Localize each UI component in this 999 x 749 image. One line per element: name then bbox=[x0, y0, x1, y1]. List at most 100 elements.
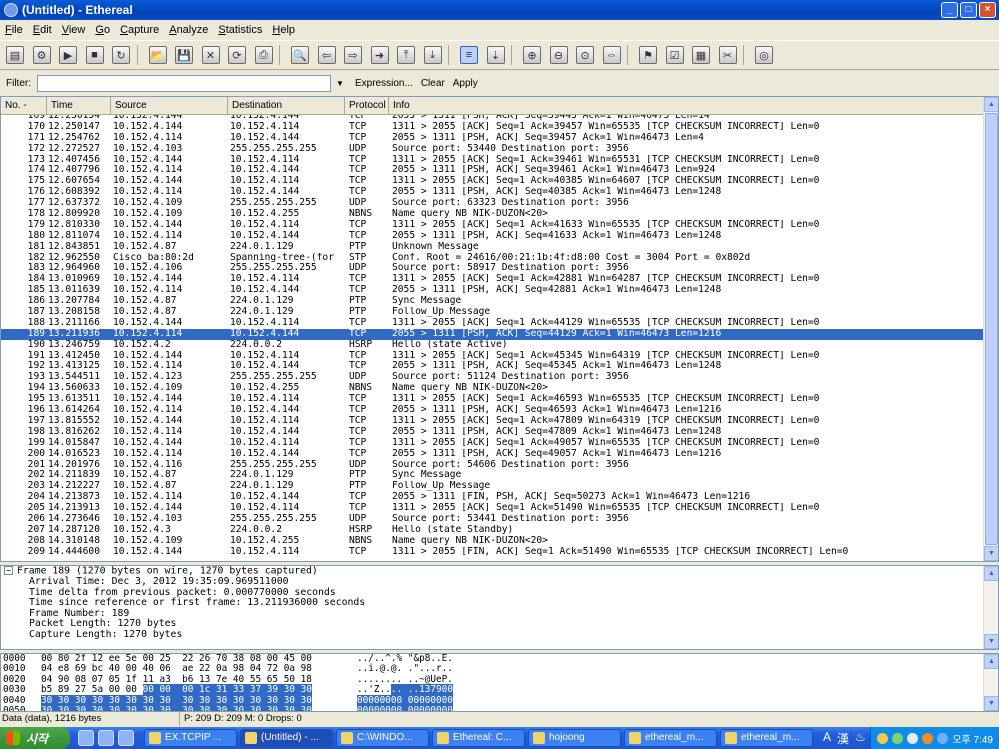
hex-scroll-up-icon[interactable]: ▲ bbox=[984, 654, 998, 669]
packet-row[interactable]: 187 13.208158 10.152.4.87 224.0.1.129 PTP Fol… bbox=[1, 307, 984, 318]
detail-scrollbar[interactable]: ▲ ▼ bbox=[983, 566, 998, 649]
menu-analyze[interactable]: Analyze bbox=[164, 24, 213, 36]
find-button[interactable]: 🔍 bbox=[289, 44, 311, 66]
menu-view[interactable]: View bbox=[57, 24, 91, 36]
packet-row[interactable]: 172 12.272527 10.152.4.103 255.255.255.255 U… bbox=[1, 144, 984, 155]
tray-volume-icon[interactable] bbox=[907, 732, 919, 744]
close-button[interactable]: × bbox=[979, 2, 996, 18]
taskbar-task[interactable]: ethereal_m... bbox=[624, 729, 717, 747]
apply-button[interactable]: Apply bbox=[453, 78, 478, 89]
lang-extra[interactable]: ♨ bbox=[855, 730, 866, 747]
taskbar-task[interactable]: EX.TCPIP ... bbox=[144, 729, 237, 747]
packet-row[interactable]: 207 14.287120 10.152.4.3 224.0.0.2 HSRP Hello… bbox=[1, 525, 984, 536]
restart-button[interactable]: ↻ bbox=[110, 44, 132, 66]
packet-row[interactable]: 180 12.811074 10.152.4.114 10.152.4.144 TCP 2… bbox=[1, 231, 984, 242]
tray-shield-icon[interactable] bbox=[877, 732, 889, 744]
expression-button[interactable]: Expression... bbox=[355, 78, 413, 89]
tray-messenger-icon[interactable] bbox=[937, 732, 949, 744]
packet-row[interactable]: 171 12.254762 10.152.4.114 10.152.4.144 TCP 2… bbox=[1, 133, 984, 144]
hex-scroll-down-icon[interactable]: ▼ bbox=[984, 696, 998, 711]
autoscroll-button[interactable]: ⇣ bbox=[485, 44, 507, 66]
back-button[interactable]: ⇦ bbox=[316, 44, 338, 66]
frame-field[interactable]: Capture Length: 1270 bytes bbox=[1, 629, 998, 641]
packet-row[interactable]: 204 14.213873 10.152.4.114 10.152.4.144 TCP 2… bbox=[1, 492, 984, 503]
stop-button[interactable]: ■ bbox=[84, 44, 106, 66]
close-button[interactable]: ✕ bbox=[200, 44, 222, 66]
menu-capture[interactable]: Capture bbox=[115, 24, 164, 36]
packet-row[interactable]: 170 12.250147 10.152.4.144 10.152.4.114 TCP 1… bbox=[1, 122, 984, 133]
forward-button[interactable]: ⇨ bbox=[342, 44, 364, 66]
lang-mode[interactable]: A bbox=[823, 730, 831, 747]
zoom-in-button[interactable]: ⊕ bbox=[521, 44, 543, 66]
colorize-button[interactable]: ≡ bbox=[458, 44, 480, 66]
start-button[interactable]: 시작 bbox=[0, 727, 70, 749]
packet-row[interactable]: 190 13.246759 10.152.4.2 224.0.0.2 HSRP Hello… bbox=[1, 340, 984, 351]
col-header-source[interactable]: Source bbox=[111, 97, 228, 115]
reload-button[interactable]: ⟳ bbox=[226, 44, 248, 66]
outlook-icon[interactable] bbox=[98, 730, 114, 746]
maximize-button[interactable]: □ bbox=[960, 2, 977, 18]
selected-packet-row[interactable]: 189 13.211936 10.152.4.114 10.152.4.144 TCP 2… bbox=[1, 328, 984, 340]
help-button[interactable]: ◎ bbox=[753, 44, 775, 66]
col-header-info[interactable]: Info bbox=[389, 97, 984, 115]
taskbar-task[interactable]: Ethereal: C... bbox=[432, 729, 525, 747]
packet-row[interactable]: 205 14.213913 10.152.4.144 10.152.4.114 TCP 1… bbox=[1, 503, 984, 514]
hex-line[interactable]: 0030 b5 89 27 5a 00 00 00 00 00 1c 31 33 … bbox=[1, 684, 998, 696]
col-header-protocol[interactable]: Protocol bbox=[345, 97, 389, 115]
packet-row[interactable]: 202 14.211839 10.152.4.87 224.0.1.129 PTP Syn… bbox=[1, 470, 984, 481]
tray-network-icon[interactable] bbox=[892, 732, 904, 744]
packet-row[interactable]: 188 13.211166 10.152.4.144 10.152.4.114 TCP 1… bbox=[1, 318, 984, 329]
taskbar-task[interactable]: hojoong bbox=[528, 729, 621, 747]
taskbar-task[interactable]: (Untitled) - ... bbox=[240, 729, 333, 747]
lang-hanja[interactable]: 漢 bbox=[837, 730, 849, 747]
display-filter-button[interactable]: ☑ bbox=[664, 44, 686, 66]
resize-columns-button[interactable]: ⇔ bbox=[601, 44, 623, 66]
packet-row[interactable]: 173 12.407456 10.152.4.144 10.152.4.114 TCP 1… bbox=[1, 155, 984, 166]
packet-row[interactable]: 176 12.608392 10.152.4.114 10.152.4.144 TCP 2… bbox=[1, 187, 984, 198]
menu-go[interactable]: Go bbox=[90, 24, 115, 36]
packet-row[interactable]: 200 14.016523 10.152.4.114 10.152.4.144 TCP 2… bbox=[1, 449, 984, 460]
packet-row[interactable]: 193 13.544511 10.152.4.123 255.255.255.255 U… bbox=[1, 372, 984, 383]
show-desktop-icon[interactable] bbox=[118, 730, 134, 746]
packet-list-scrollbar[interactable]: ▲ ▼ bbox=[983, 97, 998, 561]
save-button[interactable]: 💾 bbox=[173, 44, 195, 66]
filter-input[interactable] bbox=[37, 74, 331, 92]
ie-icon[interactable] bbox=[78, 730, 94, 746]
open-button[interactable]: 📂 bbox=[147, 44, 169, 66]
detail-scroll-up-icon[interactable]: ▲ bbox=[984, 566, 998, 581]
packet-row[interactable]: 209 14.444600 10.152.4.144 10.152.4.114 TCP 1… bbox=[1, 547, 984, 558]
coloring-rules-button[interactable]: ▦ bbox=[690, 44, 712, 66]
taskbar-task[interactable]: ethereal_m... bbox=[720, 729, 813, 747]
minimize-button[interactable]: _ bbox=[941, 2, 958, 18]
packet-row[interactable]: 178 12.809920 10.152.4.109 10.152.4.255 NBNS… bbox=[1, 209, 984, 220]
taskbar-task[interactable]: C:\WINDO... bbox=[336, 729, 429, 747]
scroll-down-icon[interactable]: ▼ bbox=[984, 546, 998, 561]
scroll-up-icon[interactable]: ▲ bbox=[984, 97, 998, 112]
menu-statistics[interactable]: Statistics bbox=[213, 24, 267, 36]
packet-row[interactable]: 201 14.201976 10.152.4.116 255.255.255.255 U… bbox=[1, 460, 984, 471]
capture-filter-button[interactable]: ⚑ bbox=[637, 44, 659, 66]
options-button[interactable]: ⚙ bbox=[31, 44, 53, 66]
packet-row[interactable]: 196 13.614264 10.152.4.114 10.152.4.144 TCP 2… bbox=[1, 405, 984, 416]
clear-button[interactable]: Clear bbox=[421, 78, 445, 89]
packet-row[interactable]: 199 14.015847 10.152.4.144 10.152.4.114 TCP 1… bbox=[1, 438, 984, 449]
packet-row[interactable]: 185 13.011639 10.152.4.114 10.152.4.144 TCP 2… bbox=[1, 285, 984, 296]
packet-row[interactable]: 206 14.273646 10.152.4.103 255.255.255.255 U… bbox=[1, 514, 984, 525]
packet-row[interactable]: 191 13.412450 10.152.4.144 10.152.4.114 TCP 1… bbox=[1, 351, 984, 362]
packet-row[interactable]: 194 13.560633 10.152.4.109 10.152.4.255 NBNS… bbox=[1, 383, 984, 394]
packet-row[interactable]: 203 14.212227 10.152.4.87 224.0.1.129 PTP Fol… bbox=[1, 481, 984, 492]
menu-help[interactable]: Help bbox=[267, 24, 300, 36]
menu-file[interactable]: File bbox=[0, 24, 28, 36]
interfaces-button[interactable]: ▤ bbox=[4, 44, 26, 66]
packet-row[interactable]: 192 13.413125 10.152.4.114 10.152.4.144 TCP 2… bbox=[1, 361, 984, 372]
frame-field[interactable]: Arrival Time: Dec 3, 2012 19:35:09.96951… bbox=[1, 576, 998, 588]
frame-field[interactable]: Time since reference or first frame: 13.… bbox=[1, 597, 998, 609]
col-header-no[interactable]: No. - bbox=[1, 97, 47, 115]
zoom-out-button[interactable]: ⊖ bbox=[548, 44, 570, 66]
last-button[interactable]: ⤓ bbox=[422, 44, 444, 66]
frame-field[interactable]: Packet Length: 1270 bytes bbox=[1, 618, 998, 630]
packet-row[interactable]: 175 12.607654 10.152.4.144 10.152.4.114 TCP 1… bbox=[1, 176, 984, 187]
col-header-destination[interactable]: Destination bbox=[228, 97, 345, 115]
packet-row[interactable]: 183 12.964960 10.152.4.106 255.255.255.255 U… bbox=[1, 263, 984, 274]
packet-row[interactable]: 195 13.613511 10.152.4.144 10.152.4.114 TCP 1… bbox=[1, 394, 984, 405]
